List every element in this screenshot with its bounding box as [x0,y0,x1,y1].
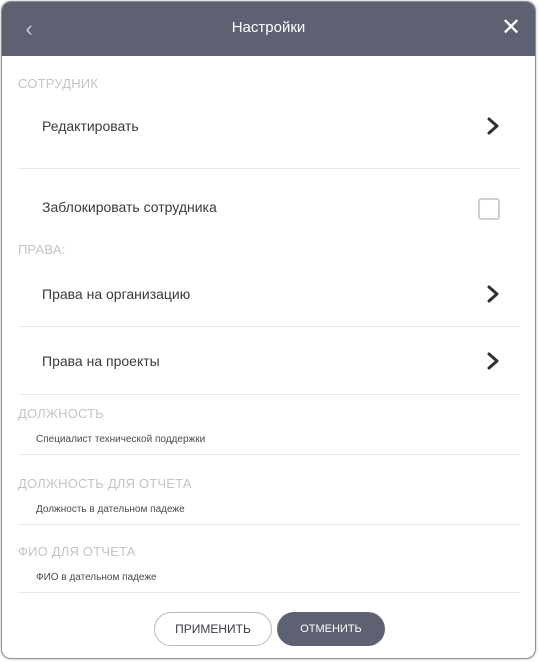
close-icon[interactable]: ✕ [497,14,525,42]
dialog-title: Настройки [231,19,306,36]
block-employee-row[interactable]: Заблокировать сотрудника [18,190,520,230]
divider [18,326,520,327]
dialog-header: ‹ Настройки ✕ [2,2,535,56]
section-report-position-label: ДОЛЖНОСТЬ ДЛЯ ОТЧЕТА [18,476,192,491]
divider [18,524,520,525]
divider [18,394,520,395]
chevron-right-icon [487,117,499,135]
divider [18,592,520,593]
divider [18,454,520,455]
org-rights-row[interactable]: Права на организацию [18,276,520,316]
block-employee-checkbox[interactable] [478,198,500,220]
section-position-label: ДОЛЖНОСТЬ [18,406,105,421]
chevron-right-icon [487,285,499,303]
settings-dialog: ‹ Настройки ✕ СОТРУДНИК Редактировать За… [1,1,536,659]
chevron-right-icon [487,352,499,370]
edit-row[interactable]: Редактировать [18,106,520,146]
report-position-value[interactable]: Должность в дательном падеже [36,504,185,515]
project-rights-row[interactable]: Права на проекты [18,342,520,382]
section-employee-label: СОТРУДНИК [18,76,99,91]
section-rights-label: ПРАВА: [18,242,66,257]
edit-label: Редактировать [42,118,139,134]
block-employee-label: Заблокировать сотрудника [42,199,217,215]
apply-button[interactable]: ПРИМЕНИТЬ [154,612,272,646]
project-rights-label: Права на проекты [42,353,160,369]
org-rights-label: Права на организацию [42,286,191,302]
report-name-value[interactable]: ФИО в дательном падеже [36,572,157,583]
cancel-button[interactable]: ОТМЕНИТЬ [277,612,385,646]
dialog-footer: ПРИМЕНИТЬ ОТМЕНИТЬ [2,604,535,658]
section-report-name-label: ФИО ДЛЯ ОТЧЕТА [18,544,136,559]
position-value[interactable]: Специалист технической поддержки [36,434,205,445]
divider [18,168,520,169]
